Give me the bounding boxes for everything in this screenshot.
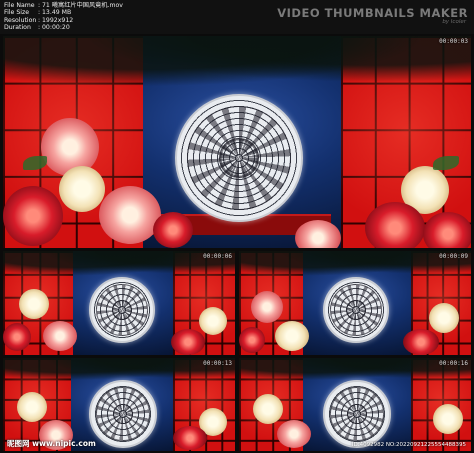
peony-flower [277, 420, 311, 448]
peony-flower [99, 186, 161, 244]
info-header: File Name:71 曦寓红片中国风竟机.mov File Size:13.… [0, 0, 474, 34]
peony-flower [423, 212, 471, 248]
thumbnail-frame-2[interactable]: 00:00:06 [3, 251, 235, 355]
peony-flower [173, 426, 207, 450]
frame-timestamp: 00:00:06 [203, 253, 232, 260]
peony-flower [199, 307, 227, 335]
peony-flower [295, 220, 341, 248]
meta-row-resolution: Resolution:1992x912 [4, 16, 74, 24]
peony-flower [275, 321, 309, 351]
porcelain-plate [323, 380, 391, 448]
meta-label: Duration [4, 24, 31, 32]
tree-silhouette [3, 36, 471, 96]
meta-value: 13.49 MB [42, 9, 72, 17]
peony-flower [239, 327, 265, 353]
meta-value: 71 曦寓红片中国风竟机.mov [42, 2, 123, 9]
peony-flower [253, 394, 283, 424]
frame-timestamp: 00:00:03 [439, 38, 468, 45]
meta-value: 00:00:20 [42, 24, 70, 32]
tree-silhouette [239, 251, 471, 281]
peony-flower [3, 323, 31, 351]
meta-value: 1992x912 [42, 16, 74, 24]
peony-flower [19, 289, 49, 319]
peony-flower [43, 321, 77, 351]
thumbnail-frame-5[interactable]: 00:00:16 ID:4092982 NO:20220921225554488… [239, 358, 471, 451]
peony-flower [403, 329, 439, 355]
peony-flower [433, 404, 463, 434]
peony-flower [17, 392, 47, 422]
site-watermark: 昵图网 www.nipic.com [7, 439, 96, 448]
brand-title: VIDEO THUMBNAILS MAKER [277, 6, 468, 20]
meta-label: File Size [4, 9, 30, 17]
porcelain-plate [89, 277, 155, 343]
id-watermark: ID:4092982 NO:20220921225554488395 [351, 442, 466, 448]
peony-flower [429, 303, 459, 333]
porcelain-plate [175, 94, 303, 222]
meta-row-filesize: File Size:13.49 MB [4, 9, 72, 17]
peony-flower [171, 329, 205, 355]
brand-subtitle: by Icoler [442, 19, 466, 25]
meta-label: File Name [4, 2, 35, 9]
frame-timestamp: 00:00:09 [439, 253, 468, 260]
peony-flower [251, 291, 283, 323]
peony-flower [3, 186, 63, 246]
file-metadata: File Name:71 曦寓红片中国风竟机.mov File Size:13.… [4, 2, 123, 32]
thumbnail-frame-1[interactable]: 00:00:03 [3, 36, 471, 248]
frame-timestamp: 00:00:16 [439, 360, 468, 367]
peony-flower [153, 212, 193, 248]
porcelain-plate [323, 277, 389, 343]
meta-row-duration: Duration:00:00:20 [4, 24, 70, 32]
meta-row-filename: File Name:71 曦寓红片中国风竟机.mov [4, 2, 123, 9]
porcelain-plate [89, 380, 157, 448]
frame-timestamp: 00:00:13 [203, 360, 232, 367]
thumbnail-frame-3[interactable]: 00:00:09 [239, 251, 471, 355]
peony-flower [365, 202, 425, 248]
thumbnail-frame-4[interactable]: 00:00:13 昵图网 www.nipic.com [3, 358, 235, 451]
tree-silhouette [3, 251, 235, 281]
meta-label: Resolution [4, 16, 37, 24]
peony-flower [59, 166, 105, 212]
